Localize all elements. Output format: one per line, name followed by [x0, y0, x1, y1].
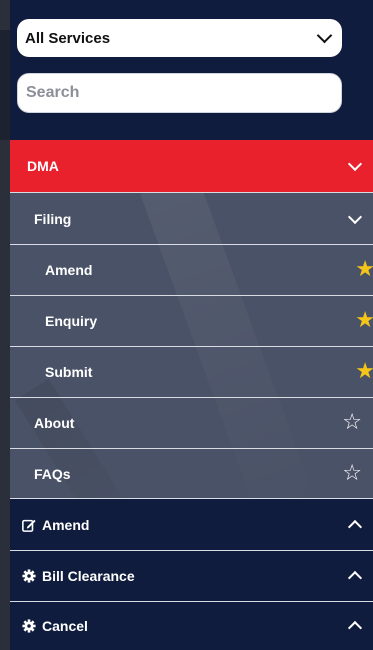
- chevron-down-icon: [316, 27, 333, 44]
- menu-item-filing[interactable]: Filing: [10, 193, 373, 245]
- menu-section-cancel[interactable]: Cancel: [10, 602, 373, 650]
- gear-icon: [22, 619, 36, 633]
- services-sidebar: All Services DMA Filing Amend ★ Enquiry …: [0, 0, 373, 650]
- menu-item-filing-enquiry[interactable]: Enquiry ★: [10, 296, 373, 347]
- menu-item-label: Amend: [45, 262, 93, 278]
- menu-section-bill-clearance-label: Bill Clearance: [42, 568, 135, 584]
- star-filled-icon[interactable]: ★: [355, 361, 373, 383]
- chevron-down-icon: [347, 156, 363, 172]
- left-edge-strip: [0, 0, 10, 650]
- star-outline-icon[interactable]: ☆: [342, 462, 362, 485]
- star-filled-icon[interactable]: ★: [355, 259, 373, 281]
- menu-item-faqs-label: FAQs: [34, 465, 71, 482]
- menu-item-faqs[interactable]: FAQs ☆: [10, 449, 373, 499]
- menu-item-filing-label: Filing: [34, 210, 72, 227]
- service-select-value: All Services: [25, 29, 111, 47]
- chevron-up-icon: [347, 570, 363, 586]
- gear-icon: [22, 569, 36, 583]
- chevron-up-icon: [347, 620, 363, 636]
- menu-section-amend[interactable]: Amend: [10, 499, 373, 551]
- search-input[interactable]: [17, 73, 342, 113]
- menu-item-label: Enquiry: [45, 313, 98, 329]
- menu-item-dma-label: DMA: [27, 158, 59, 174]
- menu-section-cancel-label: Cancel: [42, 618, 88, 634]
- star-outline-icon[interactable]: ☆: [342, 412, 362, 434]
- chevron-up-icon: [347, 519, 363, 534]
- chevron-down-icon: [347, 209, 363, 224]
- menu-item-filing-submit[interactable]: Submit ★: [10, 347, 373, 398]
- menu-item-label: Submit: [45, 364, 93, 380]
- menu-item-about-label: About: [34, 415, 75, 431]
- menu-item-dma[interactable]: DMA: [10, 140, 373, 193]
- service-select[interactable]: All Services: [17, 19, 342, 57]
- star-filled-icon[interactable]: ★: [355, 310, 373, 332]
- edit-icon: [22, 519, 36, 532]
- menu-item-about[interactable]: About ☆: [10, 398, 373, 449]
- menu-item-filing-amend[interactable]: Amend ★: [10, 245, 373, 296]
- menu-section-bill-clearance[interactable]: Bill Clearance: [10, 551, 373, 602]
- menu-section-amend-label: Amend: [42, 516, 90, 533]
